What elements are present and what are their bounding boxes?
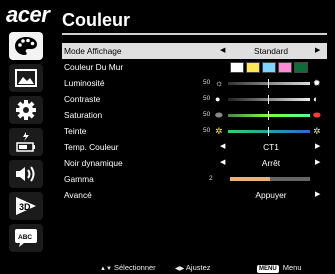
temp-couleur-label: Temp. Couleur: [64, 142, 119, 152]
row-gamma[interactable]: Gamma 2: [62, 171, 327, 187]
saturation-value: 50: [203, 111, 211, 118]
noir-dynamique-value: Arrêt: [261, 158, 281, 168]
row-avance[interactable]: Avancé Appuyer ▶: [62, 187, 327, 203]
title-divider: [62, 33, 327, 35]
svg-text:3D: 3D: [19, 202, 31, 212]
footer-select-hint: ▲▼ Sélectionner: [100, 263, 156, 272]
gamma-slider[interactable]: [230, 177, 310, 181]
adjust-hint-label: Ajustez: [185, 263, 211, 272]
gamma-label: Gamma: [64, 174, 94, 184]
noir-dynamique-label: Noir dynamique: [64, 158, 123, 168]
contrast-low-icon: ●: [215, 94, 221, 104]
sidebar-item-gestion[interactable]: [9, 128, 43, 156]
speaker-icon: [16, 166, 35, 182]
picture-icon: [15, 69, 37, 87]
teinte-slider[interactable]: [228, 127, 310, 136]
sidebar-item-audio[interactable]: [9, 160, 43, 188]
avance-value: Appuyer: [255, 190, 287, 200]
up-down-arrows-icon: ▲▼: [100, 266, 112, 272]
page-title: Couleur: [62, 10, 131, 30]
row-mode-affichage[interactable]: Mode Affichage ◀ Standard ▶: [62, 43, 327, 59]
arrow-right-icon[interactable]: ▶: [315, 139, 320, 155]
mode-affichage-label: Mode Affichage: [64, 46, 122, 56]
arrow-right-icon[interactable]: ▶: [315, 155, 320, 171]
wall-color-swatch[interactable]: [230, 62, 244, 73]
gamma-value: 2: [209, 175, 213, 182]
sidebar-item-couleur[interactable]: [9, 32, 43, 60]
wall-color-swatch[interactable]: [246, 62, 260, 73]
abc-language-icon: ABC: [15, 229, 37, 247]
sidebar-item-3d[interactable]: 3D: [9, 192, 43, 220]
contraste-slider[interactable]: [228, 95, 310, 104]
saturation-slider[interactable]: [228, 111, 310, 120]
3d-icon: 3D: [16, 197, 36, 215]
slider-handle[interactable]: [268, 111, 269, 120]
temp-couleur-value: CT1: [263, 142, 279, 152]
row-contraste[interactable]: Contraste 50 ● ◐: [62, 91, 327, 107]
left-right-arrows-icon: ◀▶: [175, 266, 185, 272]
menu-key-icon: MENU: [257, 265, 279, 273]
contraste-label: Contraste: [64, 94, 101, 104]
mode-affichage-value: Standard: [254, 46, 288, 56]
row-couleur-du-mur[interactable]: Couleur Du Mur: [62, 59, 327, 75]
arrow-right-icon[interactable]: ▶: [315, 43, 320, 59]
footer-adjust-hint: ◀▶ Ajustez: [175, 263, 211, 272]
hue-low-icon: ✲: [215, 126, 223, 136]
palette-icon: [15, 37, 37, 55]
saturation-low-icon: ⬬: [215, 110, 223, 120]
sidebar-item-image[interactable]: [9, 64, 43, 92]
teinte-value: 50: [203, 127, 211, 134]
acer-logo: acer: [6, 2, 50, 27]
row-luminosite[interactable]: Luminosité 50 ☼ ✹: [62, 75, 327, 91]
sun-high-icon: ✹: [313, 78, 321, 88]
saturation-high-icon: ⬬: [313, 110, 321, 120]
hue-high-icon: ✲: [313, 126, 321, 136]
gear-icon: [16, 100, 36, 120]
sidebar-item-reglages[interactable]: [9, 96, 43, 124]
luminosite-label: Luminosité: [64, 78, 105, 88]
wall-color-swatch[interactable]: [294, 62, 308, 73]
arrow-left-icon[interactable]: ◀: [220, 139, 225, 155]
wall-color-swatch[interactable]: [262, 62, 276, 73]
wall-color-swatches: [230, 62, 308, 73]
sun-low-icon: ☼: [215, 78, 224, 88]
svg-text:ABC: ABC: [18, 234, 32, 241]
menu-hint-label: Menu: [282, 263, 302, 272]
wall-color-swatch[interactable]: [278, 62, 292, 73]
couleur-du-mur-label: Couleur Du Mur: [64, 62, 124, 72]
luminosite-value: 50: [203, 79, 211, 86]
contraste-value: 50: [203, 95, 211, 102]
row-noir-dynamique[interactable]: Noir dynamique ◀ Arrêt ▶: [62, 155, 327, 171]
sidebar-item-langue[interactable]: ABC: [9, 224, 43, 252]
power-management-icon: [16, 132, 35, 152]
row-saturation[interactable]: Saturation 50 ⬬ ⬬: [62, 107, 327, 123]
arrow-left-icon[interactable]: ◀: [220, 43, 225, 59]
row-teinte[interactable]: Teinte 50 ✲ ✲: [62, 123, 327, 139]
avance-label: Avancé: [64, 190, 92, 200]
select-hint-label: Sélectionner: [113, 263, 156, 272]
footer-menu-hint: MENU Menu: [257, 263, 302, 273]
arrow-left-icon[interactable]: ◀: [220, 155, 225, 171]
teinte-label: Teinte: [64, 126, 87, 136]
slider-handle[interactable]: [268, 79, 269, 88]
row-temp-couleur[interactable]: Temp. Couleur ◀ CT1 ▶: [62, 139, 327, 155]
arrow-right-icon[interactable]: ▶: [315, 187, 320, 203]
slider-handle[interactable]: [268, 127, 269, 136]
contrast-high-icon: ◐: [313, 94, 319, 104]
slider-handle[interactable]: [268, 95, 269, 104]
saturation-label: Saturation: [64, 110, 103, 120]
luminosite-slider[interactable]: [228, 79, 310, 88]
